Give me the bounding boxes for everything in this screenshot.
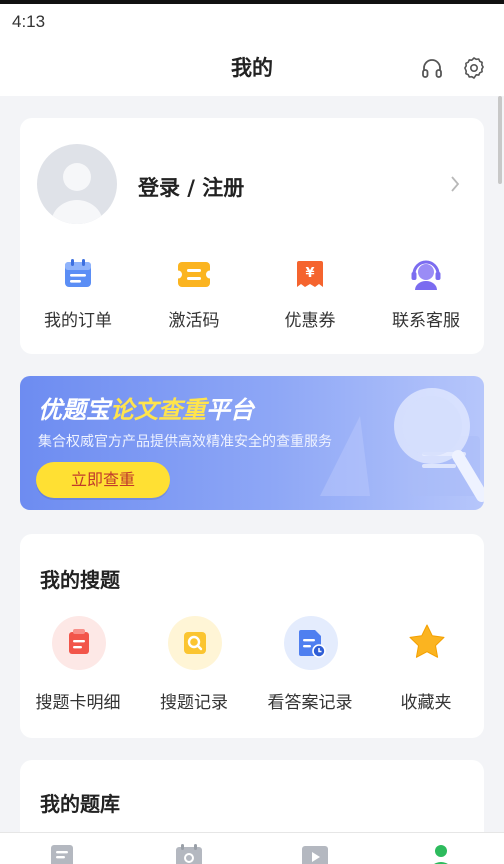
search-card-detail-label: 搜题卡明细 (35, 693, 121, 713)
answer-record-icon (299, 630, 326, 658)
banner-title-highlight: 论文查重 (110, 396, 206, 424)
my-orders-label: 我的订单 (44, 311, 112, 331)
login-register-link[interactable]: 登录 / 注册 (138, 172, 244, 202)
banner-title: 优题宝论文查重平台 (38, 390, 254, 425)
star-icon (409, 624, 445, 658)
avatar-placeholder-icon (51, 163, 103, 224)
status-time: 4:13 (12, 12, 46, 31)
activation-code-button[interactable]: 激活码 (136, 256, 252, 336)
customer-service-button[interactable]: 联系客服 (368, 256, 484, 336)
search-record-label: 搜题记录 (160, 693, 228, 713)
tab-profile-icon[interactable] (426, 843, 456, 864)
status-bar: 4:13 (0, 0, 504, 38)
answer-record-button[interactable]: 看答案记录 (252, 616, 368, 726)
order-icon (65, 259, 91, 287)
search-record-button[interactable]: 搜题记录 (136, 616, 252, 726)
coupon-button[interactable]: ¥ 优惠券 (252, 256, 368, 336)
my-orders-button[interactable]: 我的订单 (20, 256, 136, 336)
answer-record-label: 看答案记录 (267, 693, 353, 713)
banner-title-brand: 优题宝 (38, 396, 110, 424)
search-card-detail-button[interactable]: 搜题卡明细 (20, 616, 136, 726)
banner-subtitle: 集合权威官方产品提供高效精准安全的查重服务 (38, 434, 332, 450)
quick-actions: 我的订单 激活码 ¥ 优惠券 联系客服 (20, 256, 484, 336)
activation-code-label: 激活码 (168, 311, 220, 331)
search-record-icon-bg (168, 616, 222, 670)
my-search-card: 我的搜题 搜题卡明细 搜题记录 看答案记录 收藏夹 (20, 534, 484, 738)
avatar[interactable] (37, 144, 117, 224)
scrollbar[interactable] (498, 96, 502, 184)
profile-card: 登录 / 注册 我的订单 激活码 ¥ 优惠券 联系客服 (20, 118, 484, 354)
headset-icon[interactable] (420, 56, 444, 80)
customer-service-label: 联系客服 (392, 311, 460, 331)
tab-calendar-search-icon[interactable] (174, 843, 204, 864)
favorites-label: 收藏夹 (400, 693, 452, 713)
tab-video-icon[interactable] (300, 843, 330, 864)
coupon-label: 优惠券 (284, 311, 336, 331)
search-card-icon-bg (52, 616, 106, 670)
favorites-icon-bg (400, 616, 454, 670)
banner-title-suffix: 平台 (206, 396, 254, 424)
bottom-tab-bar (0, 832, 504, 864)
tab-document-icon[interactable] (48, 843, 78, 864)
activation-code-icon (176, 262, 212, 287)
gear-icon[interactable] (462, 56, 486, 80)
customer-service-icon (411, 260, 441, 290)
favorites-button[interactable]: 收藏夹 (368, 616, 484, 726)
search-record-icon (184, 632, 206, 654)
plagiarism-check-banner[interactable]: 优题宝论文查重平台 集合权威官方产品提供高效精准安全的查重服务 立即查重 (20, 376, 484, 510)
svg-text:¥: ¥ (305, 266, 314, 281)
search-card-icon (69, 629, 89, 654)
answer-record-icon-bg (284, 616, 338, 670)
coupon-icon: ¥ (297, 261, 323, 287)
page-header: 我的 (0, 38, 504, 96)
chevron-right-icon[interactable] (448, 174, 462, 194)
my-search-items: 搜题卡明细 搜题记录 看答案记录 收藏夹 (20, 616, 484, 726)
check-now-button[interactable]: 立即查重 (36, 462, 170, 498)
my-question-bank-title: 我的题库 (40, 792, 120, 816)
my-search-title: 我的搜题 (40, 568, 120, 592)
